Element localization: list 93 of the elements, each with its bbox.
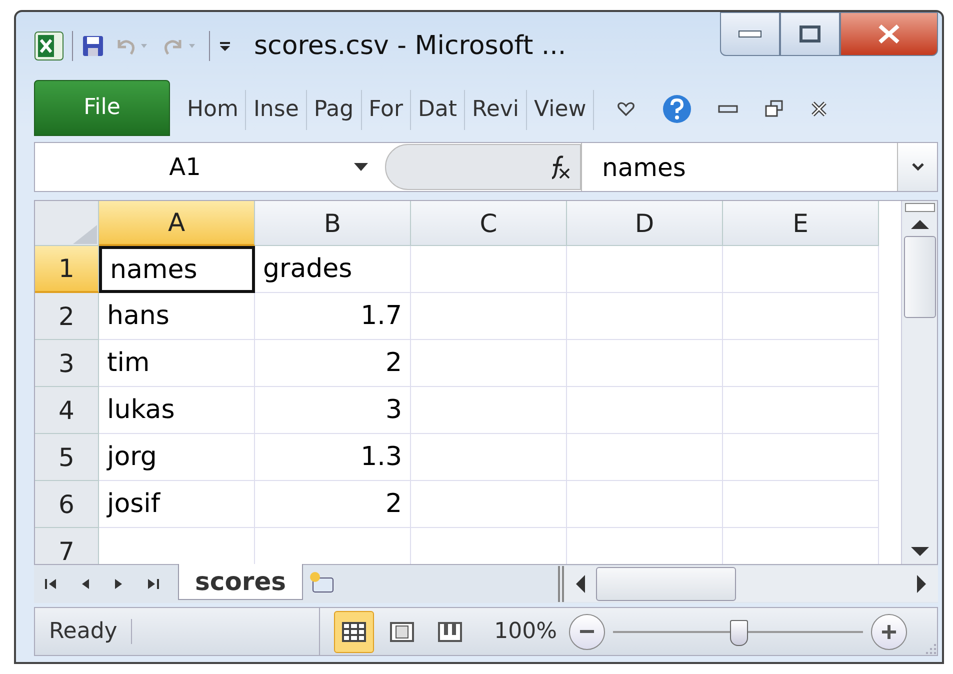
table-cell[interactable]: 2: [255, 340, 411, 388]
table-cell[interactable]: [567, 340, 723, 388]
minus-icon: [580, 630, 594, 634]
row-header[interactable]: 4: [35, 387, 99, 434]
caret-icon: [353, 162, 369, 172]
window-title: scores.csv - Microsoft ...: [254, 30, 566, 61]
table-cell[interactable]: [567, 293, 723, 340]
plus-icon: [882, 624, 896, 639]
table-cell[interactable]: hans: [99, 293, 255, 340]
table-cell[interactable]: 1.3: [255, 434, 411, 482]
column-header[interactable]: C: [411, 201, 567, 246]
column-header[interactable]: A: [99, 201, 255, 246]
table-cell[interactable]: [411, 246, 567, 294]
ribbon-tab[interactable]: For: [362, 90, 411, 130]
page-icon: [390, 622, 414, 642]
save-icon[interactable]: [81, 34, 105, 58]
normal-view-button[interactable]: [334, 610, 374, 653]
table-cell[interactable]: [723, 387, 879, 434]
table-cell[interactable]: [723, 434, 879, 482]
spreadsheet-app-icon: [34, 30, 64, 61]
row-header[interactable]: 6: [35, 481, 99, 528]
table-cell[interactable]: josif: [99, 481, 255, 528]
first-sheet-icon[interactable]: [44, 577, 58, 592]
close-button[interactable]: [840, 12, 938, 56]
table-cell[interactable]: tim: [99, 340, 255, 388]
vertical-scrollbar[interactable]: [901, 201, 937, 564]
horizontal-scrollbar[interactable]: [558, 566, 938, 602]
scrollbar-thumb[interactable]: [596, 567, 736, 602]
zoom-in-button[interactable]: [871, 614, 907, 650]
minimize-button[interactable]: [720, 12, 780, 56]
table-cell[interactable]: lukas: [99, 387, 255, 434]
table-cell[interactable]: [411, 481, 567, 528]
last-sheet-icon[interactable]: [146, 577, 160, 592]
table-cell[interactable]: names: [99, 246, 255, 294]
row-header[interactable]: 3: [35, 340, 99, 388]
restore-icon[interactable]: [764, 100, 784, 118]
table-cell[interactable]: [567, 387, 723, 434]
table-cell[interactable]: 1.7: [255, 293, 411, 340]
table-cell[interactable]: [411, 387, 567, 434]
row-header[interactable]: 5: [35, 434, 99, 482]
sheet-tab[interactable]: scores: [178, 564, 304, 600]
table-cell[interactable]: [723, 293, 879, 340]
ribbon-tab[interactable]: Pag: [306, 90, 362, 130]
expand-button[interactable]: [897, 142, 937, 192]
table-cell[interactable]: [411, 434, 567, 482]
row-header[interactable]: 2: [35, 293, 99, 340]
maximize-icon: [799, 25, 821, 43]
table-cell[interactable]: [411, 340, 567, 388]
page-break-icon: [438, 622, 462, 642]
scrollbar-thumb[interactable]: [904, 236, 936, 318]
ribbon-tab[interactable]: Inse: [246, 90, 307, 130]
slider-thumb[interactable]: [730, 620, 748, 646]
zoom-out-button[interactable]: [569, 614, 605, 650]
table-cell[interactable]: [567, 434, 723, 482]
file-tab[interactable]: File: [34, 80, 170, 136]
ribbon-tab[interactable]: Revi: [465, 90, 528, 130]
close-icon[interactable]: [810, 100, 828, 118]
chevron-icon: [910, 162, 924, 172]
row-header[interactable]: 1: [35, 246, 99, 294]
minimize-icon: [738, 29, 762, 39]
table-cell[interactable]: [567, 246, 723, 294]
table-cell[interactable]: [723, 481, 879, 528]
heart-icon[interactable]: [616, 100, 636, 117]
table-cell[interactable]: 3: [255, 387, 411, 434]
ribbon-tab[interactable]: Hom: [180, 90, 246, 130]
table-cell[interactable]: grades: [255, 246, 411, 294]
resize-grip-icon[interactable]: [923, 641, 937, 655]
left-arrow-icon[interactable]: [574, 574, 586, 594]
up-arrow-icon[interactable]: [910, 218, 930, 230]
row-header[interactable]: 7: [35, 528, 99, 564]
column-header[interactable]: E: [723, 201, 879, 246]
status-text: Ready: [35, 619, 132, 644]
table-cell[interactable]: [567, 481, 723, 528]
close-icon: [877, 24, 901, 44]
zoom-level[interactable]: 100%: [494, 619, 557, 644]
column-header[interactable]: B: [255, 201, 411, 246]
table-cell[interactable]: jorg: [99, 434, 255, 482]
ribbon-tab[interactable]: Dat: [410, 90, 466, 130]
right-arrow-icon[interactable]: [916, 574, 928, 594]
table-cell[interactable]: [723, 340, 879, 388]
ribbon-tab[interactable]: View: [527, 90, 594, 130]
table-cell[interactable]: [723, 246, 879, 294]
split-box[interactable]: [904, 203, 934, 212]
table-cell[interactable]: 2: [255, 481, 411, 528]
grid-icon: [342, 622, 366, 642]
minimize-icon[interactable]: [718, 104, 738, 114]
down-arrow-icon[interactable]: [910, 546, 930, 558]
table-cell[interactable]: [411, 293, 567, 340]
help-icon[interactable]: [662, 94, 692, 124]
maximize-button[interactable]: [780, 12, 840, 56]
name-box[interactable]: A1: [35, 142, 385, 192]
column-header[interactable]: D: [567, 201, 723, 246]
select-all-button[interactable]: [35, 201, 99, 246]
